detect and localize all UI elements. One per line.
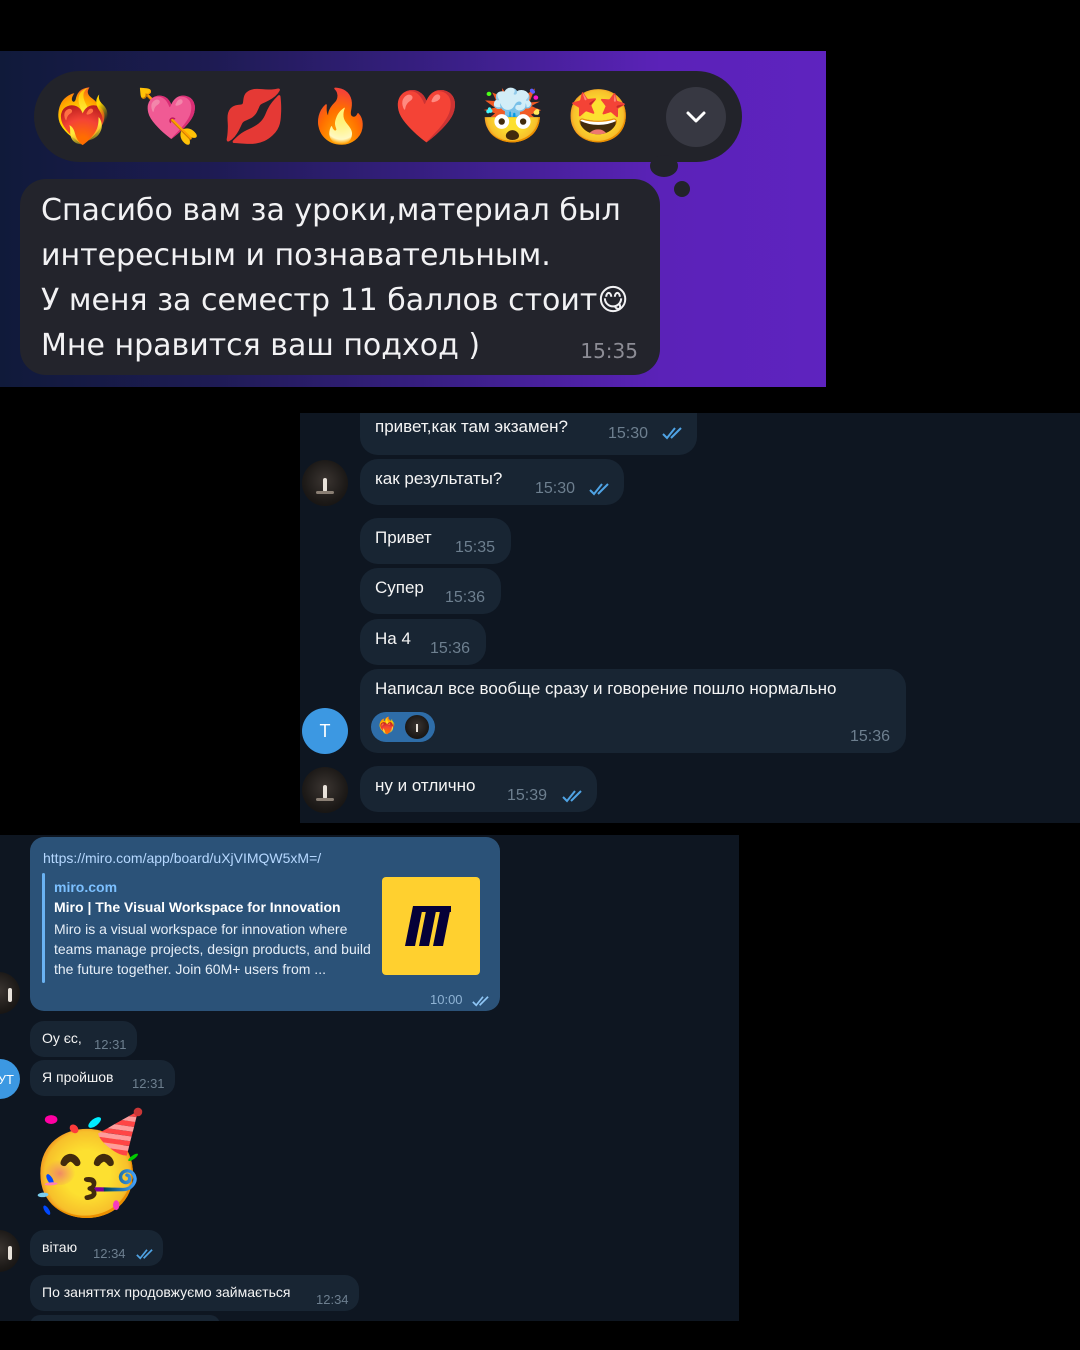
message-time: 15:30 [608,425,649,442]
message-bubble[interactable]: Я пройшов 12:31 [30,1060,175,1096]
message-bubble[interactable]: На 4 15:36 [360,619,486,665]
heart-on-fire-reaction: ❤️‍🔥 [377,718,397,735]
message-text: ну и отлично [375,776,476,795]
reactor-avatar [405,715,429,739]
message-time: 10:00 [430,992,463,1007]
avatar-initial: УТ [0,1071,14,1087]
message-time: 12:31 [94,1037,127,1052]
message-time: 15:36 [430,640,471,657]
message-text: Написал все вообще сразу и говорение пош… [375,679,837,698]
yum-emoji: 😋 [597,283,629,318]
message-bubble[interactable]: По заняттях продовжуємо займається 12:34 [30,1275,359,1311]
read-check-icon [472,996,489,1007]
avatar[interactable] [0,1230,20,1272]
message-text: вітаю [42,1239,78,1255]
star-struck-reaction[interactable]: 🤩 [566,85,631,149]
avatar[interactable] [302,460,348,506]
message-bubble[interactable]: Привет 15:35 [360,518,511,564]
message-time: 15:35 [580,339,638,363]
preview-accent-bar [42,873,45,983]
miro-logo-glyph [405,906,451,946]
preview-title: Miro | The Visual Workspace for Innovati… [54,899,341,915]
message-text: Я пройшов [42,1069,114,1085]
message-text: Привет [375,528,432,547]
message-line: Мне нравится ваш подход ) [41,328,481,363]
picker-tail-dot [674,181,690,197]
avatar[interactable] [0,972,20,1014]
message-time: 15:36 [850,728,891,745]
preview-description: Miro is a visual workspace for innovatio… [54,921,371,977]
message-time: 12:34 [316,1292,349,1307]
link-preview[interactable]: miro.com Miro | The Visual Workspace for… [42,873,484,983]
miro-logo-icon [382,877,480,975]
link-url[interactable]: https://miro.com/app/board/uXjVIMQW5xM=/ [43,850,321,866]
message-bubble[interactable]: Спасибо вам за уроки,материал был интере… [20,179,660,375]
message-text: По заняттях продовжуємо займається [42,1284,291,1300]
message-text: привет,как там экзамен? [375,417,568,436]
message-bubble[interactable]: привет,как там экзамен? 15:30 [360,413,697,455]
chat-screenshot-3: https://miro.com/app/board/uXjVIMQW5xM=/… [0,835,739,1321]
expand-reactions-button[interactable] [666,87,726,147]
reaction-picker: ❤️‍🔥 💘 💋 🔥 ❤️ 🤯 🤩 [34,71,742,162]
avatar-initial: Т [319,720,331,741]
read-check-icon [589,483,609,496]
read-check-icon [136,1249,153,1260]
message-bubble[interactable]: как результаты? 15:30 [360,459,624,505]
avatar[interactable]: УТ [0,1059,20,1099]
reaction-screenshot: ❤️‍🔥 💘 💋 🔥 ❤️ 🤯 🤩 Спасибо вам за уроки,м… [0,51,826,387]
heart-with-arrow-reaction[interactable]: 💘 [136,85,201,149]
link-message-bubble[interactable]: https://miro.com/app/board/uXjVIMQW5xM=/… [30,837,500,1011]
message-text: как результаты? [375,469,503,488]
reaction-chip[interactable]: ❤️‍🔥 [371,712,435,742]
message-bubble[interactable]: Оу єс, 12:31 [30,1021,137,1057]
avatar[interactable] [302,767,348,813]
message-time: 15:36 [445,589,486,606]
message-time: 15:30 [535,480,576,497]
preview-site: miro.com [54,879,118,895]
message-line: интересным и познавательным. [41,238,551,273]
avatar[interactable]: Т [302,708,348,754]
kiss-mark-reaction[interactable]: 💋 [222,85,287,149]
message-line: Спасибо вам за уроки,материал был [41,193,621,228]
read-check-icon [562,790,582,803]
message-bubble[interactable]: вітаю 12:34 [30,1230,163,1266]
message-bubble[interactable]: Написал все вообще сразу и говорение пош… [360,669,906,753]
read-check-icon [662,427,682,440]
message-line-text: У меня за семестр 11 баллов стоит [41,283,598,318]
heart-on-fire-reaction[interactable]: ❤️‍🔥 [50,85,115,149]
message-text: Супер [375,578,424,597]
message-time: 12:31 [132,1076,165,1091]
chat-screenshot-2: привет,как там экзамен? 15:30 как резуль… [300,413,1080,823]
message-bubble-partial[interactable] [30,1315,220,1321]
message-time: 12:34 [93,1246,126,1261]
message-text: Оу єс, [42,1030,82,1046]
picker-tail [650,155,678,177]
red-heart-reaction[interactable]: ❤️ [394,85,459,149]
message-bubble[interactable]: Супер 15:36 [360,568,501,614]
exploding-head-reaction[interactable]: 🤯 [480,85,545,149]
message-bubble[interactable]: ну и отлично 15:39 [360,766,597,812]
message-line: У меня за семестр 11 баллов стоит😋 [41,281,629,321]
fire-reaction[interactable]: 🔥 [308,85,373,149]
message-time: 15:39 [507,787,548,804]
message-time: 15:35 [455,539,496,556]
chevron-down-icon [686,111,706,123]
message-text: На 4 [375,629,411,648]
party-face-sticker[interactable]: 🥳 [26,1103,148,1223]
